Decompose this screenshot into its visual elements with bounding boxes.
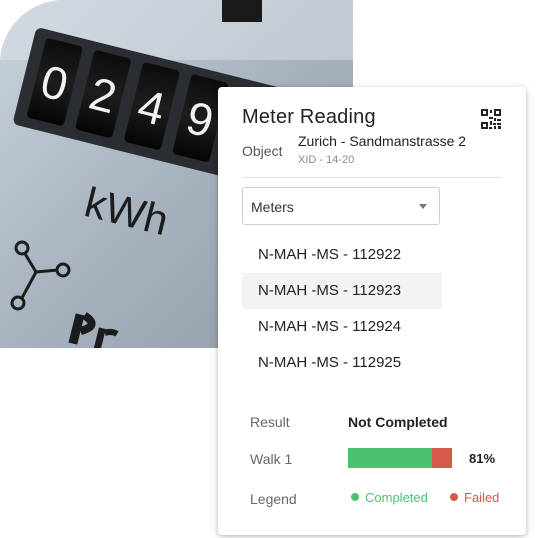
meters-select-value: Meters [251,199,294,215]
result-value: Not Completed [348,414,448,430]
legend-completed-label: Completed [365,490,428,505]
meter-item[interactable]: N-MAH -MS - 112924 [242,309,442,345]
object-name: Zurich - Sandmanstrasse 2 [298,133,467,149]
meter-item[interactable]: N-MAH -MS - 112922 [242,237,442,273]
walk-label: Walk 1 [250,451,293,467]
object-xid: XID - 14-20 [298,154,355,166]
object-label: Object [242,143,283,159]
walk-progress-completed [348,448,433,468]
card-title: Meter Reading [242,106,376,128]
qr-code-icon[interactable] [481,109,501,129]
divider [242,177,502,178]
legend-label: Legend [250,491,297,507]
legend-failed-dot-icon [450,493,458,501]
legend-completed: Completed [351,490,428,505]
meter-item[interactable]: N-MAH -MS - 112923 [242,273,442,309]
walk-progress-bar [348,448,452,468]
meter-item[interactable]: N-MAH -MS - 112925 [242,345,442,381]
legend-failed-label: Failed [464,490,500,505]
walk-progress-percent: 81% [469,451,496,466]
meters-select[interactable]: Meters [242,187,440,225]
meter-list: N-MAH -MS - 112922 N-MAH -MS - 112923 N-… [242,237,442,381]
result-label: Result [250,414,290,430]
legend-failed: Failed [450,490,499,505]
legend-completed-dot-icon [351,493,359,501]
caret-down-icon [419,204,427,209]
meter-reading-card: Meter Reading Object Zurich - Sandmanstr… [218,87,526,535]
